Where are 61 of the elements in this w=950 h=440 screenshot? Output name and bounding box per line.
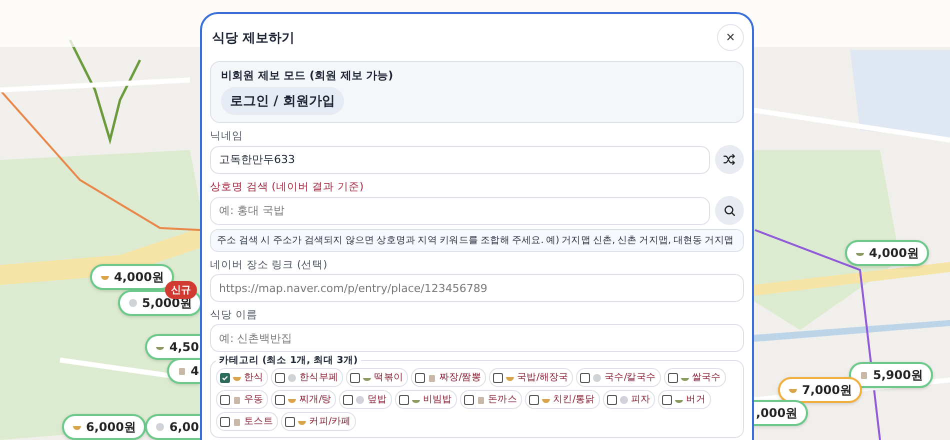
field-label: 식당 이름 bbox=[210, 309, 258, 321]
category-chip[interactable]: 우동 bbox=[216, 390, 268, 409]
checkbox[interactable] bbox=[415, 372, 426, 382]
search-icon bbox=[723, 204, 736, 217]
checkbox[interactable] bbox=[398, 394, 409, 404]
category-chip[interactable]: 국밥/해장국 bbox=[489, 368, 574, 387]
checkbox[interactable] bbox=[343, 394, 354, 404]
guest-notice-text: 비회원 제보 모드 (회원 제보 가능) bbox=[221, 68, 394, 83]
category-chip[interactable]: 한식부페 bbox=[271, 368, 344, 387]
field-label: 닉네임 bbox=[210, 130, 244, 142]
category-chip[interactable]: 비빔밥 bbox=[394, 390, 457, 409]
price-marker[interactable]: 6,000원 bbox=[62, 414, 146, 440]
category-chip[interactable]: 치킨/통닭 bbox=[525, 390, 600, 409]
price-marker[interactable]: 4,50 bbox=[145, 334, 200, 360]
category-chip[interactable]: 토스트 bbox=[216, 412, 278, 431]
search-button[interactable] bbox=[715, 196, 744, 225]
checkbox[interactable] bbox=[350, 372, 360, 382]
price-marker[interactable]: 4,000원 bbox=[845, 240, 929, 266]
price-marker[interactable]: 5,900원 bbox=[849, 362, 933, 388]
checkbox[interactable] bbox=[220, 372, 230, 382]
category-chip[interactable]: 떡볶이 bbox=[346, 368, 408, 387]
login-button[interactable]: 로그인 / 회원가입 bbox=[221, 87, 344, 115]
close-button[interactable]: × bbox=[717, 24, 744, 51]
category-chip[interactable]: 피자 bbox=[602, 390, 656, 409]
field-label: 상호명 검색 (네이버 결과 기준) bbox=[210, 181, 365, 193]
category-chip[interactable]: 한식 bbox=[216, 368, 268, 387]
price-marker[interactable]: 4 bbox=[166, 358, 200, 384]
price-marker[interactable]: 6,00 bbox=[145, 414, 200, 440]
new-badge: 신규 bbox=[165, 281, 197, 299]
nickname-field[interactable]: 고독한만두633 bbox=[210, 146, 710, 174]
category-chip[interactable]: 국수/칼국수 bbox=[576, 368, 661, 387]
checkbox[interactable] bbox=[493, 372, 504, 382]
category-chip[interactable]: 쌀국수 bbox=[664, 368, 726, 387]
category-chip[interactable]: 덮밥 bbox=[339, 390, 392, 409]
category-chip[interactable]: 버거 bbox=[658, 390, 711, 409]
category-chip[interactable]: 찌개/탕 bbox=[271, 390, 336, 409]
category-legend: 카테고리 (최소 1개, 최대 3개) bbox=[216, 354, 361, 367]
dialog-title: 식당 제보하기 bbox=[212, 30, 295, 46]
name-field[interactable]: 예: 신촌백반집 bbox=[210, 324, 744, 352]
checkbox[interactable] bbox=[606, 394, 617, 404]
checkbox[interactable] bbox=[668, 372, 678, 382]
checkbox[interactable] bbox=[275, 394, 286, 404]
link-field[interactable]: https://map.naver.com/p/entry/place/123456789 bbox=[210, 274, 744, 302]
category-chip[interactable]: 커피/카페 bbox=[281, 412, 356, 431]
category-chip[interactable]: 짜장/짬뽕 bbox=[411, 368, 486, 387]
checkbox[interactable] bbox=[285, 416, 296, 426]
checkbox[interactable] bbox=[464, 394, 474, 404]
search-hint: 주소 검색 시 주소가 검색되지 않으면 상호명과 지역 키워드를 조합해 주세요. 예) 거지맵 신촌, 신촌 거지맵, 대현동 거지맵 bbox=[210, 229, 744, 252]
checkbox[interactable] bbox=[529, 394, 540, 404]
checkbox[interactable] bbox=[220, 394, 230, 404]
category-chip[interactable]: 돈까스 bbox=[460, 390, 522, 409]
shuffle-button[interactable] bbox=[715, 145, 744, 174]
checkbox[interactable] bbox=[580, 372, 590, 382]
price-marker[interactable]: 7,000원 bbox=[778, 377, 862, 403]
shuffle-icon bbox=[723, 153, 736, 166]
checkbox[interactable] bbox=[220, 416, 230, 426]
checkbox[interactable] bbox=[275, 372, 286, 382]
checkbox[interactable] bbox=[662, 394, 672, 404]
field-label: 네이버 장소 링크 (선택) bbox=[210, 259, 328, 271]
price-marker[interactable]: ,000원 bbox=[754, 400, 808, 426]
search-field[interactable]: 예: 홍대 국밥 bbox=[210, 196, 710, 224]
